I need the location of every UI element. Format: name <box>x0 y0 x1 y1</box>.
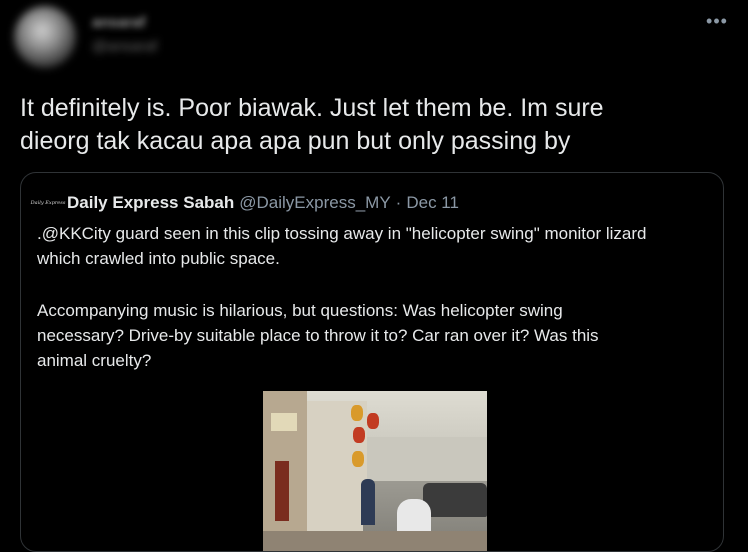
quoted-text-line: .@KKCity guard seen in this clip tossing… <box>37 224 647 243</box>
lantern-shape <box>352 451 364 467</box>
lantern-shape <box>367 413 379 429</box>
thumbnail-floor <box>263 531 487 551</box>
video-thumbnail[interactable] <box>263 391 487 551</box>
quoted-author-avatar[interactable]: Daily Express <box>31 193 66 213</box>
lantern-shape <box>351 405 363 421</box>
quoted-tweet-card[interactable]: Daily Express Daily Express Sabah @Daily… <box>20 172 724 552</box>
quoted-author-handle[interactable]: @DailyExpress_MY <box>239 193 390 213</box>
quoted-text-line: which crawled into public space. <box>37 249 280 268</box>
more-options-icon[interactable]: ••• <box>700 8 734 34</box>
tweet-text: It definitely is. Poor biawak. Just let … <box>20 92 732 158</box>
quoted-text-line: animal cruelty? <box>37 351 152 370</box>
quoted-tweet-text-paragraph-2: Accompanying music is hilarious, but que… <box>37 298 709 373</box>
quoted-text-line: necessary? Drive-by suitable place to th… <box>37 326 599 345</box>
tweet-text-line: It definitely is. Poor biawak. Just let … <box>20 94 604 122</box>
lantern-shape <box>353 427 365 443</box>
quoted-author-name[interactable]: Daily Express Sabah <box>67 193 234 213</box>
quoted-avatar-logo-text: Daily Express <box>30 200 66 206</box>
tweet: ansaraf @ansaraf ••• It definitely is. P… <box>0 0 748 552</box>
thumbnail-wall <box>307 401 367 551</box>
separator-dot: · <box>395 193 402 212</box>
thumbnail-car <box>423 483 487 517</box>
thumbnail-crate <box>275 461 289 521</box>
tweet-text-line: dieorg tak kacau apa apa pun but only pa… <box>20 127 571 155</box>
thumbnail-person <box>361 479 375 525</box>
quoted-tweet-header: Daily Express Daily Express Sabah @Daily… <box>31 193 459 213</box>
quoted-tweet-text: .@KKCity guard seen in this clip tossing… <box>37 221 709 271</box>
quoted-tweet-date[interactable]: Dec 11 <box>406 193 459 213</box>
quoted-text-line: Accompanying music is hilarious, but que… <box>37 301 563 320</box>
author-avatar[interactable] <box>14 6 76 68</box>
author-name[interactable]: ansaraf <box>92 14 145 31</box>
author-handle[interactable]: @ansaraf <box>92 38 157 55</box>
thumbnail-sign <box>271 413 297 431</box>
